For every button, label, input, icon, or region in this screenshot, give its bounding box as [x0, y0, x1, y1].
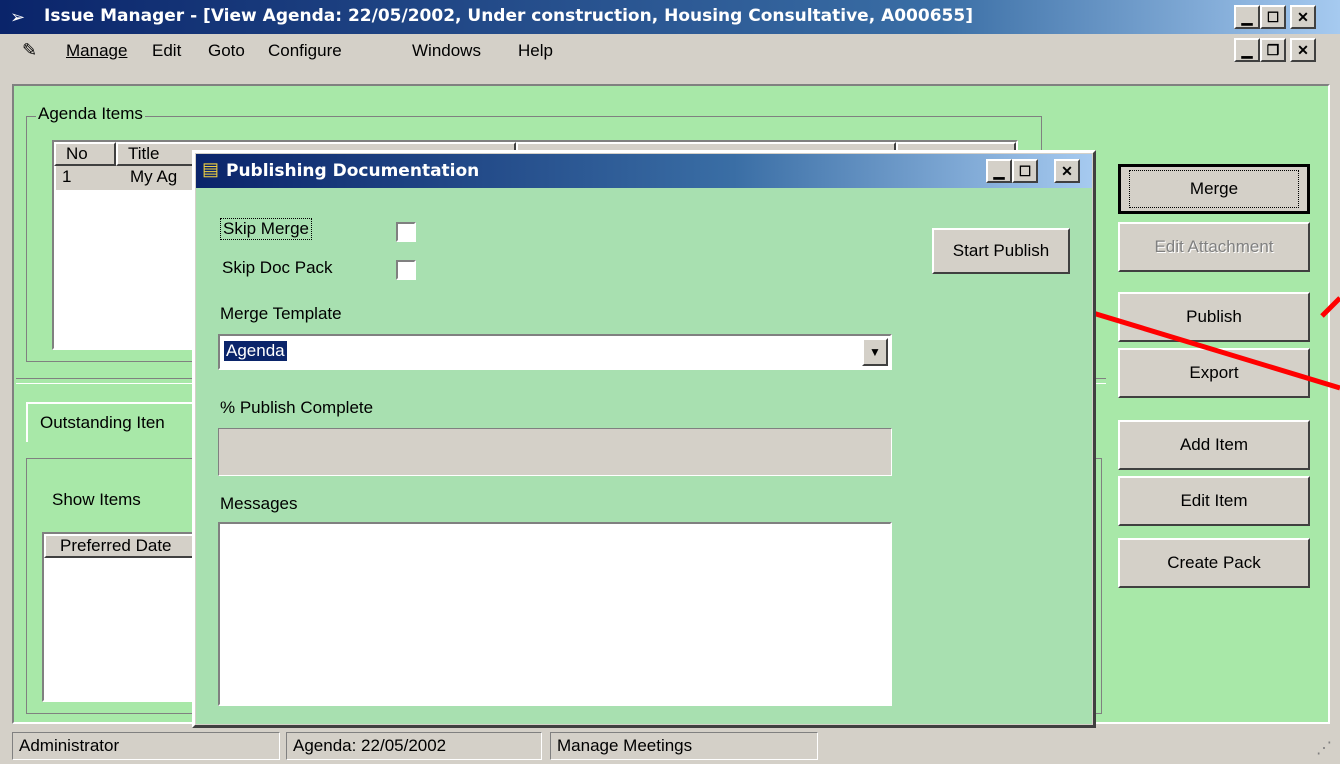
- merge-template-value: Agenda: [224, 341, 287, 361]
- publish-complete-label: % Publish Complete: [220, 398, 374, 417]
- dropdown-button[interactable]: ▼: [862, 338, 888, 366]
- start-publish-button[interactable]: Start Publish: [932, 228, 1070, 274]
- dialog-icon: ▤: [202, 159, 220, 179]
- dialog-close-button[interactable]: ✕: [1054, 159, 1080, 183]
- dialog-title-bar[interactable]: ▤ Publishing Documentation ▁ ☐ ✕: [196, 154, 1092, 188]
- dialog-minimize-button[interactable]: ▁: [986, 159, 1012, 183]
- chevron-down-icon: ▼: [869, 345, 881, 359]
- messages-label: Messages: [220, 494, 298, 513]
- dialog-maximize-button[interactable]: ☐: [1012, 159, 1038, 183]
- publish-progress-bar: [218, 428, 892, 476]
- merge-template-select[interactable]: Agenda ▼: [218, 334, 892, 370]
- skip-merge-label[interactable]: Skip Merge: [220, 218, 312, 240]
- close-icon: ✕: [1061, 163, 1073, 179]
- skip-doc-pack-checkbox[interactable]: [396, 260, 416, 280]
- merge-template-label: Merge Template: [220, 304, 342, 323]
- maximize-icon: ☐: [1018, 163, 1032, 179]
- skip-merge-checkbox[interactable]: [396, 222, 416, 242]
- minimize-icon: ▁: [993, 163, 1005, 179]
- messages-textarea[interactable]: [218, 522, 892, 706]
- dialog-title: Publishing Documentation: [226, 161, 480, 181]
- skip-doc-pack-label[interactable]: Skip Doc Pack: [222, 258, 333, 278]
- arrow-head: [1320, 296, 1340, 318]
